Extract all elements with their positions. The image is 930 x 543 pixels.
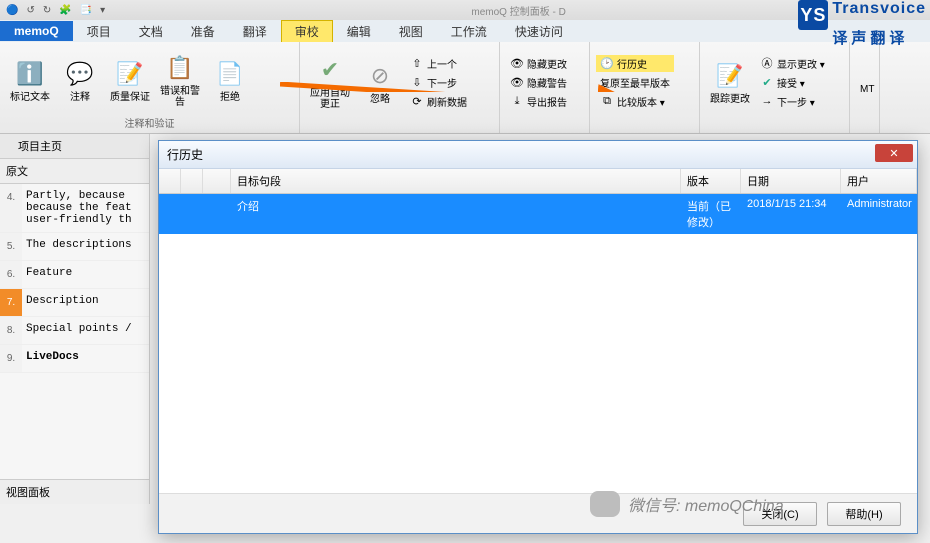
revert-earliest-button[interactable]: 复原至最早版本 — [596, 74, 674, 91]
col-version[interactable]: 版本 — [681, 169, 741, 193]
segment-number: 7. — [0, 289, 22, 316]
menu-project[interactable]: 项目 — [73, 20, 125, 43]
segment-text: Partly, because because the feat user-fr… — [22, 184, 149, 232]
cell-date: 2018/1/15 21:34 — [741, 194, 841, 234]
segment-number: 5. — [0, 233, 22, 260]
segment-text: Feature — [22, 261, 149, 288]
history-row-selected[interactable]: 介绍 当前（已修改） 2018/1/15 21:34 Administrator — [159, 194, 917, 234]
comment-button[interactable]: 💬注释 — [56, 56, 104, 105]
segment-text: The descriptions — [22, 233, 149, 260]
segment-row[interactable]: 4.Partly, because because the feat user-… — [0, 184, 149, 233]
segment-number: 4. — [0, 184, 22, 232]
window-title: memoQ 控制面板 - D — [113, 3, 924, 18]
help-button[interactable]: 帮助(H) — [827, 502, 901, 526]
cell-version: 当前（已修改） — [681, 194, 741, 234]
menu-document[interactable]: 文档 — [125, 20, 177, 43]
menu-review[interactable]: 审校 — [281, 20, 333, 43]
project-home-tab[interactable]: 项目主页 — [0, 134, 149, 159]
compare-versions-button[interactable]: ⧉比较版本 ▾ — [596, 93, 674, 110]
segment-number: 8. — [0, 317, 22, 344]
show-changes-button[interactable]: Ⓐ显示更改 ▾ — [756, 55, 829, 72]
menu-workflow[interactable]: 工作流 — [437, 20, 501, 43]
segment-row[interactable]: 9.LiveDocs — [0, 345, 149, 373]
close-button[interactable]: 关闭(C) — [743, 502, 817, 526]
source-label: 原文 — [0, 159, 149, 184]
close-icon[interactable]: ✕ — [875, 144, 913, 162]
quick-access-toolbar: 🔵 ↺ ↻ 🧩 📑 ▾ memoQ 控制面板 - D — [0, 0, 930, 20]
track-changes-button[interactable]: 📝跟踪更改 — [706, 58, 754, 107]
history-body — [159, 234, 917, 493]
menu-quickaccess[interactable]: 快速访问 — [501, 20, 577, 43]
prev-button[interactable]: ⇧上一个 — [406, 55, 471, 72]
apply-autocorrect-button[interactable]: ✔应用自动更正 — [306, 52, 354, 112]
segment-text: Special points / — [22, 317, 149, 344]
segment-text: LiveDocs — [22, 345, 149, 372]
reject-button[interactable]: 📄拒绝 — [206, 56, 254, 105]
col-user[interactable]: 用户 — [841, 169, 917, 193]
menu-bar: memoQ 项目 文档 准备 翻译 审校 编辑 视图 工作流 快速访问 — [0, 20, 930, 42]
errors-warnings-button[interactable]: 📋错误和警告 — [156, 50, 204, 110]
hide-warnings-button[interactable]: 👁隐藏警告 — [506, 74, 571, 91]
dialog-title: 行历史 — [167, 146, 203, 163]
refresh-button[interactable]: ⟳刷新数据 — [406, 93, 471, 110]
row-history-button[interactable]: 🕑行历史 — [596, 55, 674, 72]
segment-row[interactable]: 6.Feature — [0, 261, 149, 289]
menu-view[interactable]: 视图 — [385, 20, 437, 43]
qat-icon[interactable]: ↺ — [26, 5, 34, 16]
menu-prepare[interactable]: 准备 — [177, 20, 229, 43]
qat-icon[interactable]: ↻ — [43, 5, 51, 16]
row-history-dialog: 行历史 ✕ 目标句段 版本 日期 用户 介绍 当前（已修改） 2018/1/15… — [158, 140, 918, 534]
cell-user: Administrator — [841, 194, 917, 234]
segment-row[interactable]: 5.The descriptions — [0, 233, 149, 261]
mt-button[interactable]: MT — [856, 83, 878, 96]
ignore-button[interactable]: ⊘忽略 — [356, 58, 404, 107]
next-button[interactable]: ⇩下一步 — [406, 74, 471, 91]
history-table-header: 目标句段 版本 日期 用户 — [159, 169, 917, 194]
qat-icon[interactable]: ▾ — [100, 5, 105, 16]
col-target[interactable]: 目标句段 — [231, 169, 681, 193]
menu-edit[interactable]: 编辑 — [333, 20, 385, 43]
segment-number: 9. — [0, 345, 22, 372]
segment-row[interactable]: 8.Special points / — [0, 317, 149, 345]
mark-text-button[interactable]: ℹ️标记文本 — [6, 56, 54, 105]
export-report-button[interactable]: ⤓导出报告 — [506, 93, 571, 110]
app-brand[interactable]: memoQ — [0, 21, 73, 41]
cell-target: 介绍 — [231, 194, 681, 234]
qa-button[interactable]: 📝质量保证 — [106, 56, 154, 105]
accept-button[interactable]: ✔接受 ▾ — [756, 74, 829, 91]
ribbon-group-label: 注释和验证 — [0, 114, 299, 133]
qat-icon[interactable]: 🧩 — [59, 5, 71, 16]
dialog-titlebar[interactable]: 行历史 ✕ — [159, 141, 917, 169]
segment-number: 6. — [0, 261, 22, 288]
left-panel: 项目主页 原文 4.Partly, because because the fe… — [0, 134, 150, 504]
segment-text: Description — [22, 289, 149, 316]
ribbon: ℹ️标记文本 💬注释 📝质量保证 📋错误和警告 📄拒绝 注释和验证 ✔应用自动更… — [0, 42, 930, 134]
hide-changes-button[interactable]: 👁隐藏更改 — [506, 55, 571, 72]
menu-translate[interactable]: 翻译 — [229, 20, 281, 43]
col-date[interactable]: 日期 — [741, 169, 841, 193]
qat-icon[interactable]: 📑 — [80, 5, 92, 16]
qat-icon[interactable]: 🔵 — [6, 5, 18, 16]
view-panel-label[interactable]: 视图面板 — [0, 479, 149, 504]
next-change-button[interactable]: →下一步 ▾ — [756, 93, 829, 110]
segment-row[interactable]: 7.Description — [0, 289, 149, 317]
